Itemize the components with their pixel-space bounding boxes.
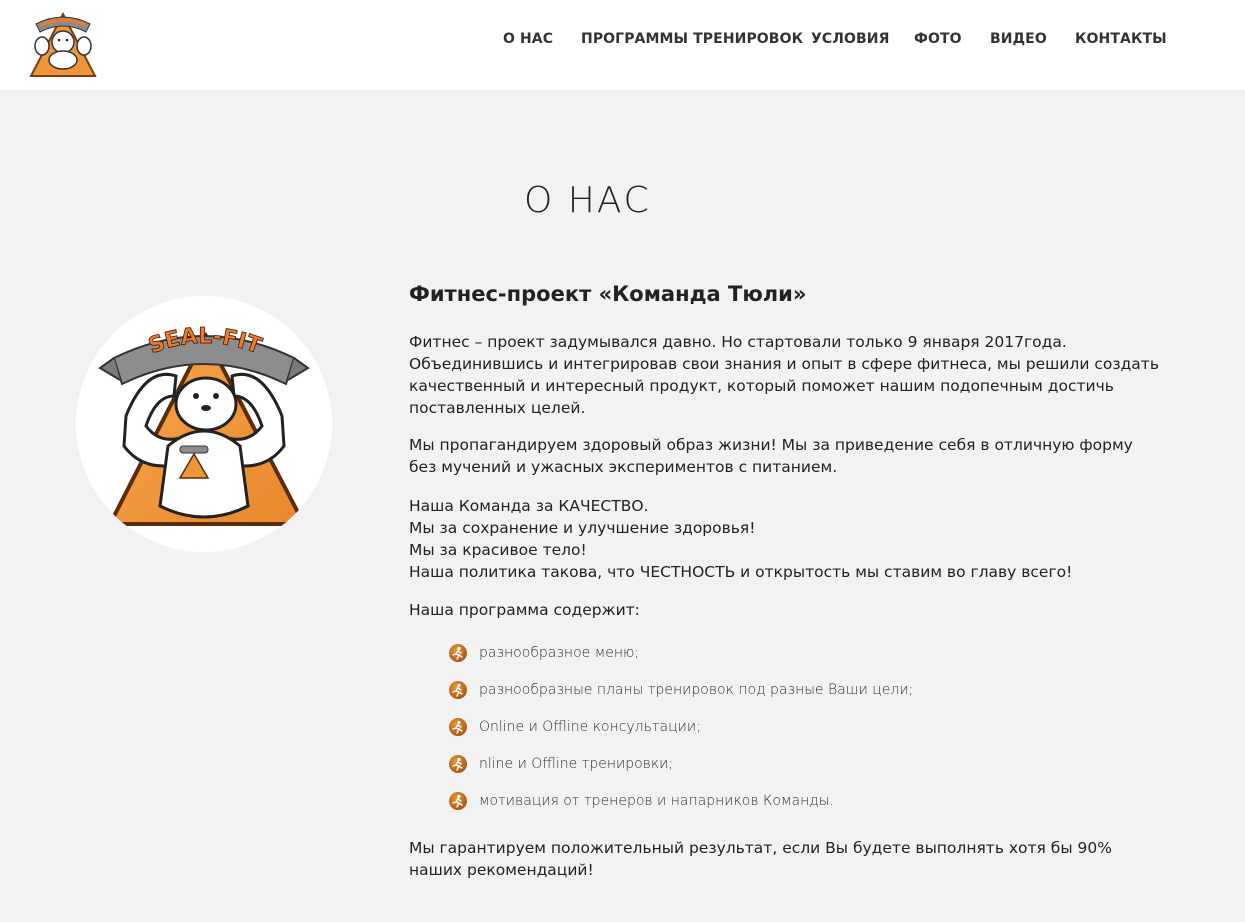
about-paragraph-3: Наша Команда за КАЧЕСТВО. Мы за сохранен… [409, 495, 1072, 583]
nav-item-contacts[interactable]: КОНТАКТЫ [1075, 31, 1167, 47]
text-line: Объединившись и интегрировав свои знания… [409, 355, 1159, 373]
nav-item-programs[interactable]: ПРОГРАММЫ ТРЕНИРОВОК [581, 31, 803, 47]
text-line: Наша политика такова, что ЧЕСТНОСТЬ и от… [409, 563, 1073, 581]
list-item-label: nline и Offline тренировки; [479, 755, 674, 772]
program-intro: Наша программа содержит: [409, 601, 640, 619]
about-content: Фитнес-проект «Команда Тюли» Фитнес – пр… [409, 280, 1199, 879]
text-line: наших рекомендаций! [409, 861, 594, 879]
list-item: разнообразные планы тренировок под разны… [449, 671, 913, 708]
list-item-label: разнообразные планы тренировок под разны… [479, 681, 914, 698]
nav-item-video[interactable]: ВИДЕО [990, 31, 1047, 47]
guarantee-paragraph: Мы гарантируем положительный результат, … [409, 837, 1112, 881]
list-item: Online и Offline консультации; [449, 708, 913, 745]
list-item-label: разнообразное меню; [479, 644, 640, 661]
runner-bullet-icon [449, 791, 467, 810]
runner-bullet-icon [449, 643, 467, 662]
site-header: О НАС ПРОГРАММЫ ТРЕНИРОВОК УСЛОВИЯ ФОТО … [0, 0, 1245, 90]
text-line: Наша Команда за КАЧЕСТВО. [409, 497, 649, 515]
list-item: мотивация от тренеров и напарников Коман… [449, 782, 913, 819]
site-logo[interactable] [28, 8, 98, 80]
nav-item-about[interactable]: О НАС [503, 31, 553, 47]
program-list: разнообразное меню; разнообразные планы … [449, 634, 913, 819]
text-line: Мы пропагандируем здоровый образ жизни! … [409, 436, 1133, 454]
list-item: разнообразное меню; [449, 634, 913, 671]
runner-bullet-icon [449, 680, 467, 699]
text-line: качественный и интересный продукт, котор… [409, 377, 1114, 395]
list-item-label: мотивация от тренеров и напарников Коман… [479, 792, 834, 809]
text-line: без мучений и ужасных экспериментов с пи… [409, 458, 838, 476]
text-line: Мы за красивое тело! [409, 541, 587, 559]
text-line: Фитнес – проект задумывался давно. Но ст… [409, 333, 1067, 351]
text-line: поставленных целей. [409, 399, 586, 417]
section-title: О НАС [524, 180, 651, 222]
text-line: Мы гарантируем положительный результат, … [409, 839, 1112, 857]
runner-bullet-icon [449, 717, 467, 736]
about-paragraph-1: Фитнес – проект задумывался давно. Но ст… [409, 331, 1159, 419]
team-mascot-image: SEAL-FIT [76, 296, 332, 552]
nav-item-photo[interactable]: ФОТО [914, 31, 962, 47]
runner-bullet-icon [449, 754, 467, 773]
list-item-label: Online и Offline консультации; [479, 718, 701, 735]
list-item: nline и Offline тренировки; [449, 745, 913, 782]
about-subtitle: Фитнес-проект «Команда Тюли» [409, 282, 807, 306]
nav-item-conditions[interactable]: УСЛОВИЯ [811, 31, 889, 47]
about-paragraph-2: Мы пропагандируем здоровый образ жизни! … [409, 434, 1133, 478]
text-line: Мы за сохранение и улучшение здоровья! [409, 519, 756, 537]
